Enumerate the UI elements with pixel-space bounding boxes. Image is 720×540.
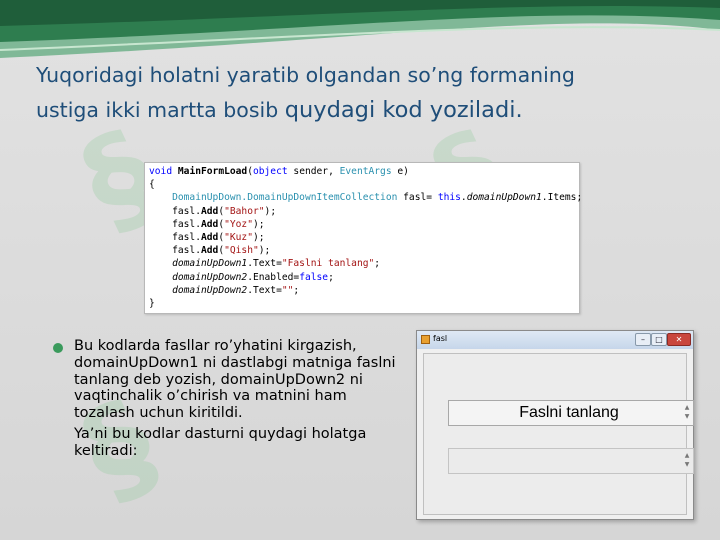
code-control: domainUpDown2: [172, 284, 248, 296]
bullet-dot-icon: [53, 343, 63, 353]
code-brace: }: [149, 298, 155, 310]
bullet-paragraph-2: Ya’ni bu kodlar dasturni quydagi holatga…: [74, 425, 367, 459]
maximize-button[interactable]: □: [651, 333, 667, 346]
code-method-name: MainFormLoad: [177, 166, 248, 177]
code-string: "Qish": [224, 245, 259, 257]
window-titlebar: fasl – □ ✕: [417, 331, 693, 349]
code-method-name: Add: [201, 245, 219, 257]
code-text: );: [253, 218, 265, 230]
title-line-1: Yuqoridagi holatni yaratib olgandan so’n…: [36, 63, 575, 87]
spinner-arrows[interactable]: ▲ ▼: [683, 403, 691, 423]
code-text: );: [264, 205, 277, 217]
domain-updown-1[interactable]: Faslni tanlang ▲ ▼: [448, 400, 694, 426]
code-text: ;: [374, 258, 381, 270]
window-title: fasl: [433, 334, 448, 343]
code-text: fasl=: [397, 192, 438, 204]
code-control: domainUpDown1: [466, 192, 542, 204]
title-line-2-large: quydagi kod yoziladi.: [284, 97, 523, 123]
code-text: fasl.: [172, 232, 201, 244]
code-keyword: this: [437, 192, 461, 204]
code-text: .Text=: [247, 258, 282, 270]
code-string: "": [281, 284, 294, 296]
code-text: );: [253, 232, 265, 244]
bullet-paragraph-1: Bu kodlarda fasllar ro’yhatini kirgazish…: [74, 338, 396, 422]
code-control: domainUpDown2: [172, 271, 248, 283]
arrow-up-icon[interactable]: ▲: [683, 403, 691, 412]
slide: § § § § Yuqoridagi holatni yaratib olgan…: [0, 0, 720, 540]
code-string: "Yoz": [224, 218, 253, 230]
code-screenshot: void MainFormLoad(object sender, EventAr…: [144, 162, 583, 314]
slide-title: Yuqoridagi holatni yaratib olgandan so’n…: [36, 58, 676, 128]
code-keyword: false: [299, 271, 329, 283]
code-text: .Text=: [247, 284, 282, 296]
code-text: );: [258, 245, 271, 257]
code-method-name: Add: [201, 232, 219, 244]
form-client-area: Faslni tanlang ▲ ▼ ▲ ▼: [423, 353, 694, 515]
code-string: "Faslni tanlang": [281, 258, 375, 270]
code-text: sender,: [287, 166, 340, 177]
code-control: domainUpDown1: [172, 258, 248, 270]
code-text: fasl.: [172, 205, 201, 217]
code-method-name: Add: [201, 205, 219, 217]
bullet-text: Bu kodlarda fasllar ro’yhatini kirgazish…: [74, 338, 404, 464]
code-keyword: object: [252, 166, 288, 177]
code-type: DomainUpDown.DomainUpDownItemCollection: [172, 192, 398, 204]
code-string: "Kuz": [224, 232, 253, 244]
minimize-button[interactable]: –: [635, 333, 651, 346]
spinner-arrows: ▲ ▼: [683, 451, 691, 471]
form-icon: [421, 335, 430, 344]
code-text: .Enabled=: [247, 271, 300, 283]
arrow-down-icon: ▼: [684, 461, 690, 468]
code-method-name: Add: [201, 218, 219, 230]
code-text: fasl.: [172, 218, 201, 230]
code-keyword: void: [149, 166, 173, 177]
code-brace: {: [149, 179, 155, 191]
form-window-screenshot: fasl – □ ✕ Faslni tanlang ▲ ▼ ▲ ▼: [416, 330, 694, 520]
code-string: "Bahor": [224, 205, 265, 217]
arrow-up-icon: ▲: [684, 452, 690, 459]
code-type: EventArgs: [339, 166, 392, 177]
code-text: e): [391, 166, 409, 177]
arrow-down-icon[interactable]: ▼: [683, 412, 691, 421]
code-text: fasl.: [172, 245, 201, 257]
domain-updown-1-text: Faslni tanlang: [519, 404, 619, 421]
code-text: ;: [293, 284, 300, 296]
domain-updown-2: ▲ ▼: [448, 448, 694, 474]
title-line-2: ustiga ikki martta bosib: [36, 98, 285, 122]
code-text: .Items;: [541, 192, 583, 204]
code-text: ;: [328, 271, 334, 283]
close-button[interactable]: ✕: [667, 333, 691, 346]
